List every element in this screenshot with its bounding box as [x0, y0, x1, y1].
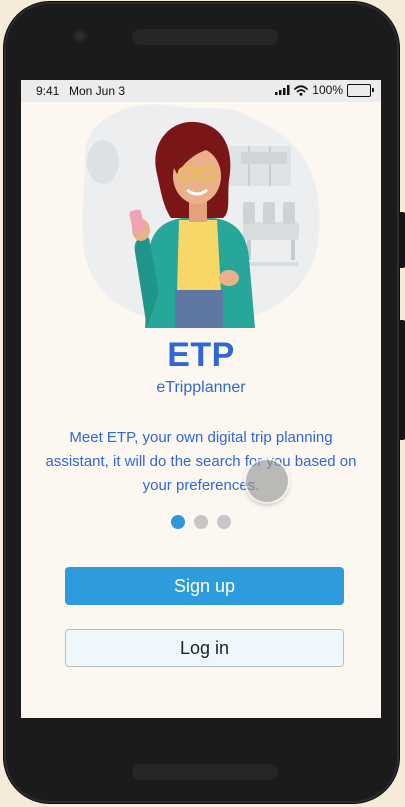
app-screen: 9:41 Mon Jun 3 100% ETP eTripplanner Mee… [21, 80, 381, 718]
page-dot-1[interactable] [171, 515, 185, 529]
side-button-volume [399, 320, 405, 440]
app-title: ETP [167, 336, 235, 374]
signup-button[interactable]: Sign up [65, 567, 344, 605]
cellular-signal-icon [275, 85, 290, 95]
touch-indicator [246, 460, 288, 502]
wifi-icon [294, 84, 309, 96]
phone-frame: 9:41 Mon Jun 3 100% ETP eTripplanner Mee… [4, 2, 405, 803]
status-time: 9:41 [36, 84, 60, 98]
status-indicators: 100% [275, 83, 374, 97]
page-dot-2[interactable] [194, 515, 208, 529]
side-button-power [399, 212, 405, 268]
airport-window [229, 146, 291, 186]
battery-icon [347, 83, 374, 97]
status-date: Mon Jun 3 [69, 84, 126, 98]
battery-percent: 100% [312, 83, 343, 97]
page-indicator[interactable] [171, 515, 231, 529]
login-button[interactable]: Log in [65, 629, 344, 667]
earpiece-speaker [132, 29, 278, 45]
app-subtitle: eTripplanner [156, 379, 246, 396]
traveler-illustration [82, 104, 320, 328]
page-dot-3[interactable] [217, 515, 231, 529]
status-bar: 9:41 Mon Jun 3 100% [21, 80, 381, 102]
front-camera [73, 29, 87, 43]
bottom-speaker [132, 764, 278, 780]
onboarding-description: Meet ETP, your own digital trip planning… [45, 429, 357, 494]
